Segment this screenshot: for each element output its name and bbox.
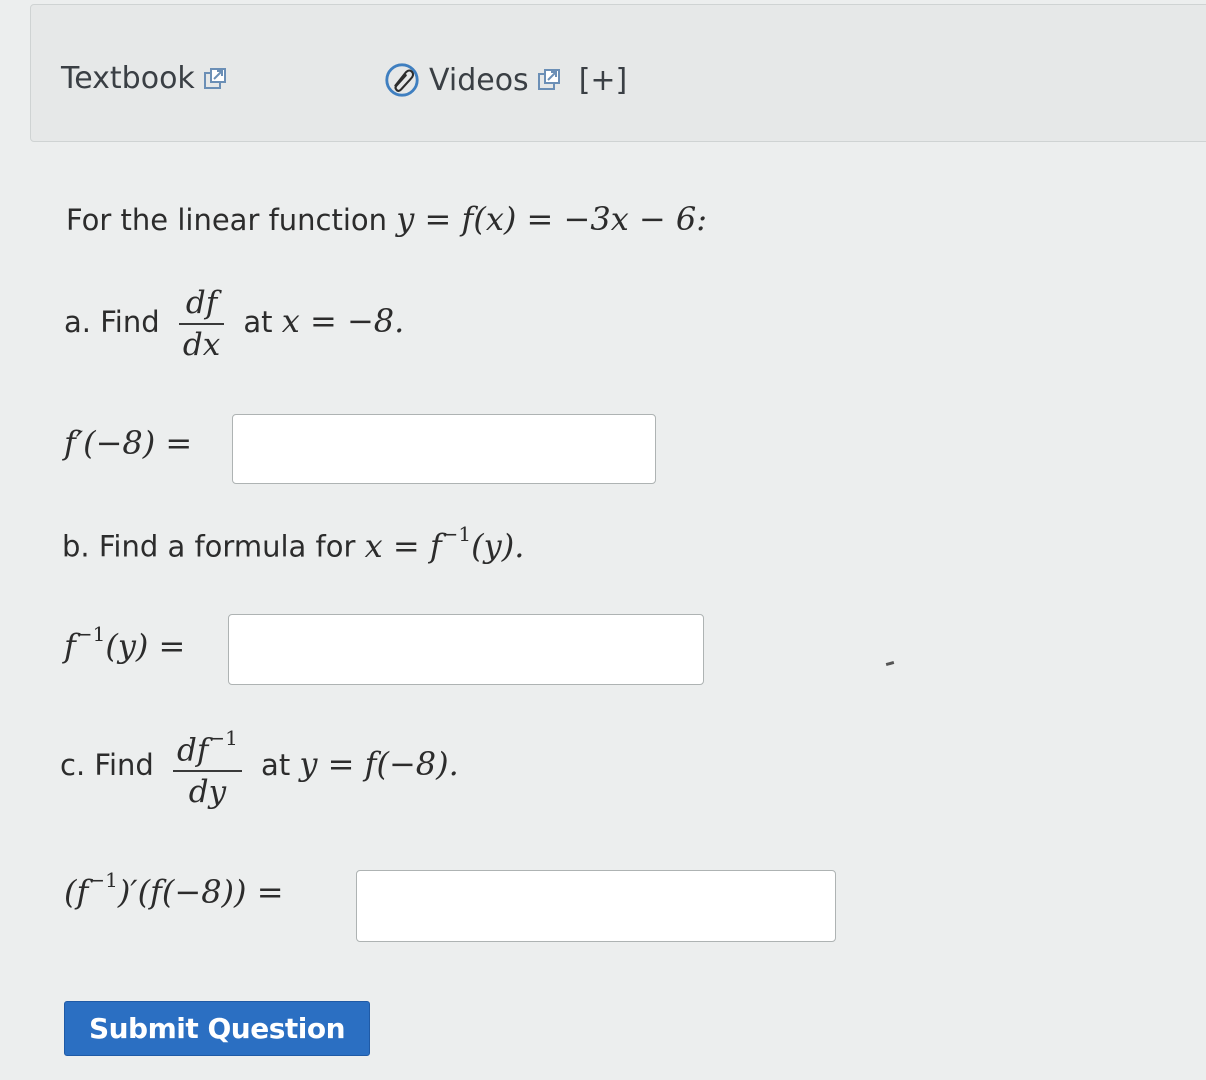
part-c-fraction: df−1 dy bbox=[173, 722, 242, 812]
part-c-label-sup: −1 bbox=[88, 868, 118, 892]
part-c-label-open: (f bbox=[64, 872, 89, 911]
part-a-fraction: df dx bbox=[178, 283, 225, 365]
part-c-answer-input[interactable] bbox=[356, 870, 836, 942]
intro-text: For the linear function bbox=[66, 203, 388, 237]
part-b-prefix: b. Find a formula for bbox=[62, 529, 356, 564]
part-c-suffix-math: y = f(−8). bbox=[299, 745, 459, 784]
part-a-answer-input[interactable] bbox=[232, 414, 656, 484]
part-b-math-lhs: x = f bbox=[364, 526, 442, 565]
part-c-frac-den: dy bbox=[188, 774, 227, 811]
part-c-frac-num-base: df bbox=[177, 732, 209, 769]
part-a-frac-num: df bbox=[178, 283, 225, 325]
part-c-answer-label: (f−1)′(f(−8)) = bbox=[64, 868, 284, 911]
part-c-suffix-text: at bbox=[261, 748, 291, 783]
part-a-label-math: f′(−8) = bbox=[64, 424, 193, 462]
part-a-prompt: a. Find df dx at x = −8. bbox=[64, 283, 404, 365]
part-b-prompt: b. Find a formula for x = f−1(y). bbox=[62, 522, 525, 565]
part-c-prefix: c. Find bbox=[60, 748, 154, 783]
part-b-answer-label: f−1(y) = bbox=[64, 622, 186, 665]
intro-math: y = f(x) = −3x − 6: bbox=[396, 200, 708, 238]
part-b-math: x = f−1(y). bbox=[364, 522, 525, 565]
part-a-frac-den: dx bbox=[182, 327, 221, 363]
part-b-math-rhs: (y). bbox=[471, 526, 525, 565]
part-b-label-rest: (y) = bbox=[105, 626, 186, 665]
part-c-label-rest: )′(f(−8)) = bbox=[117, 872, 284, 911]
part-b-label-f: f bbox=[64, 626, 76, 665]
part-a-suffix-text: at bbox=[243, 305, 273, 339]
cursor-mark bbox=[885, 661, 895, 666]
part-a-prefix: a. Find bbox=[64, 305, 160, 339]
part-b-label-math: f−1(y) = bbox=[64, 622, 186, 665]
part-b-math-sup: −1 bbox=[441, 522, 472, 546]
question-area: For the linear function y = f(x) = −3x −… bbox=[0, 0, 1206, 1080]
part-c-prompt: c. Find df−1 dy at y = f(−8). bbox=[60, 722, 459, 812]
part-b-label-sup: −1 bbox=[75, 622, 106, 646]
problem-intro: For the linear function y = f(x) = −3x −… bbox=[66, 200, 707, 238]
part-a-suffix-math: x = −8. bbox=[281, 302, 405, 340]
part-c-frac-num-sup: −1 bbox=[208, 726, 238, 750]
part-b-answer-input[interactable] bbox=[228, 614, 704, 685]
submit-question-button[interactable]: Submit Question bbox=[64, 1001, 370, 1056]
part-c-label-math: (f−1)′(f(−8)) = bbox=[64, 868, 284, 911]
part-c-frac-num: df−1 bbox=[173, 722, 242, 773]
part-a-answer-label: f′(−8) = bbox=[64, 424, 192, 462]
